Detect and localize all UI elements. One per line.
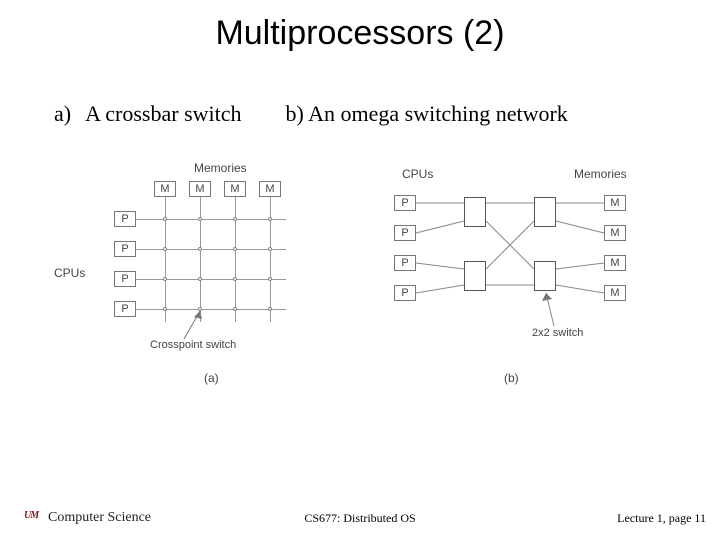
fig-a-annotation: Crosspoint switch: [150, 339, 236, 351]
fig-b-id: (b): [504, 371, 519, 385]
caption-a-prefix: a): [54, 101, 71, 126]
figures-row: Memories CPUs M M M M P P P P: [0, 161, 720, 401]
footer-page: Lecture 1, page 11: [617, 511, 706, 526]
caption-a: a) A crossbar switch: [54, 101, 242, 127]
umass-logo-icon: [24, 508, 42, 526]
fig-a-arrow-icon: [54, 161, 354, 401]
slide-title: Multiprocessors (2): [0, 0, 720, 53]
caption-row: a) A crossbar switch b) An omega switchin…: [0, 101, 720, 127]
figure-b: CPUs Memories P P P P M M M M: [374, 161, 674, 401]
caption-a-text: A crossbar switch: [85, 101, 241, 126]
footer-dept: Computer Science: [48, 510, 151, 526]
fig-a-id: (a): [204, 371, 219, 385]
fig-b-network-lines: [374, 161, 674, 401]
fig-b-annotation: 2x2 switch: [532, 327, 583, 339]
footer: Computer Science CS677: Distributed OS L…: [0, 508, 720, 526]
footer-course: CS677: Distributed OS: [304, 511, 415, 526]
caption-b: b) An omega switching network: [286, 101, 568, 127]
figure-a: Memories CPUs M M M M P P P P: [54, 161, 354, 401]
